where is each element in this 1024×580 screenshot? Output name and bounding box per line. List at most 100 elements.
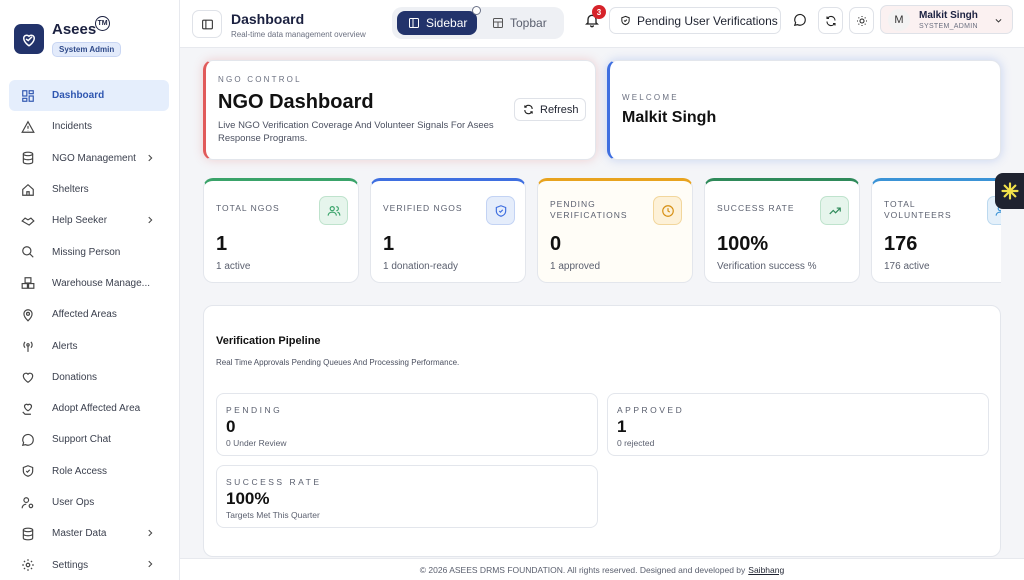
warning-icon (21, 120, 35, 134)
database-icon (21, 527, 35, 541)
stat-sub: 1 approved (550, 261, 601, 272)
sidebar-item-label: Master Data (52, 528, 107, 540)
sidebar-toggle-button[interactable] (192, 10, 222, 38)
stat-sub: 1 donation-ready (383, 261, 459, 272)
page-title: Dashboard (231, 11, 305, 27)
sidebar-item-label: Missing Person (52, 246, 121, 258)
sidebar-item-adopt-affected-area[interactable]: Adopt Affected Area (9, 393, 169, 424)
sidebar-item-affected-areas[interactable]: Affected Areas (9, 299, 169, 330)
chevron-right-icon (148, 561, 153, 568)
sidebar-item-label: Dashboard (52, 90, 105, 102)
role-badge: System Admin (52, 42, 122, 57)
sidebar-nav: Dashboard Incidents NGO Management Shelt… (9, 80, 169, 580)
floating-widget-button[interactable] (995, 173, 1024, 209)
pipeline-title: Verification Pipeline (216, 335, 321, 347)
chat-icon (21, 433, 35, 447)
sidebar-item-label: Shelters (52, 184, 89, 196)
refresh-data-button[interactable] (818, 7, 843, 34)
sidebar-item-shelters[interactable]: Shelters (9, 174, 169, 205)
layout-topbar-label: Topbar (510, 16, 547, 30)
stat-label: TOTAL VOLUNTEERS (884, 199, 952, 220)
chevron-right-icon (148, 154, 153, 161)
footer-developer-link[interactable]: Saibhang (748, 565, 784, 575)
layout-topbar-button[interactable]: Topbar (484, 11, 560, 35)
verification-pipeline-card: Verification Pipeline Real Time Approval… (203, 305, 1001, 557)
logo-icon (14, 24, 44, 54)
map-pin-icon (21, 308, 35, 322)
pipeline-key: PENDING (226, 405, 283, 415)
stat-value: 100% (717, 233, 769, 255)
pipeline-key: APPROVED (617, 405, 685, 415)
stat-value: 0 (550, 233, 562, 255)
heart-hand-icon (21, 402, 35, 416)
theme-toggle-button[interactable] (849, 7, 874, 34)
pending-verifications-label: Pending User Verifications (637, 13, 778, 28)
boxes-icon (21, 276, 35, 290)
sidebar-item-ngo-management[interactable]: NGO Management (9, 143, 169, 174)
pending-user-verifications-button[interactable]: Pending User Verifications (609, 7, 781, 34)
footer-text: © 2026 ASEES DRMS FOUNDATION. All rights… (419, 564, 746, 575)
stat-card-pending-verifications: PENDING VERIFICATIONS 0 1 approved (537, 178, 693, 283)
topbar-layout-icon (492, 17, 504, 29)
trademark-mark: TM (95, 16, 110, 31)
sidebar: Asees TM System Admin Dashboard Incident… (0, 0, 180, 580)
status-dot (472, 6, 481, 15)
card-kicker: NGO CONTROL (218, 75, 302, 84)
user-role: SYSTEM_ADMIN (919, 23, 978, 30)
stat-label: TOTAL NGOS (216, 203, 280, 213)
sidebar-item-donations[interactable]: Donations (9, 362, 169, 393)
layout-sidebar-button[interactable]: Sidebar (397, 11, 477, 35)
user-menu[interactable]: M Malkit Singh SYSTEM_ADMIN (880, 5, 1013, 34)
ngo-control-card: NGO CONTROL NGO Dashboard Live NGO Verif… (203, 60, 596, 160)
sidebar-item-dashboard[interactable]: Dashboard (9, 80, 169, 112)
user-gear-icon (21, 496, 35, 510)
panel-left-icon (201, 19, 213, 29)
sidebar-item-incidents[interactable]: Incidents (9, 111, 169, 142)
pipeline-sub: Targets Met This Quarter (226, 510, 320, 520)
pipeline-success-rate-box: SUCCESS RATE 100% Targets Met This Quart… (216, 465, 598, 528)
message-icon[interactable] (793, 13, 807, 27)
sidebar-item-missing-person[interactable]: Missing Person (9, 236, 169, 267)
sidebar-item-user-ops[interactable]: User Ops (9, 487, 169, 518)
shield-check-icon (486, 196, 515, 225)
pipeline-value: 100% (226, 489, 270, 508)
sidebar-item-label: Warehouse Manage... (52, 277, 151, 289)
avatar: M (888, 9, 910, 31)
clock-icon (653, 196, 682, 225)
stat-sub: 1 active (216, 261, 251, 272)
sidebar-layout-icon (408, 17, 420, 29)
handshake-icon (21, 214, 35, 228)
sidebar-item-label: Affected Areas (52, 309, 117, 321)
footer: © 2026 ASEES DRMS FOUNDATION. All rights… (180, 558, 1024, 580)
sidebar-item-help-seeker[interactable]: Help Seeker (9, 205, 169, 236)
sidebar-item-label: Support Chat (52, 434, 111, 446)
sidebar-item-warehouse[interactable]: Warehouse Manage... (9, 268, 169, 299)
heart-icon (21, 370, 35, 384)
stat-card-total-volunteers: TOTAL VOLUNTEERS 176 176 active (871, 178, 1001, 283)
home-icon (21, 183, 35, 197)
sidebar-item-label: Help Seeker (52, 215, 108, 227)
shield-check-icon (620, 15, 631, 26)
sidebar-item-role-access[interactable]: Role Access (9, 456, 169, 487)
database-icon (21, 151, 35, 165)
refresh-icon (825, 15, 836, 26)
stat-sub: Verification success % (717, 261, 817, 272)
users-icon (319, 196, 348, 225)
pipeline-key: SUCCESS RATE (226, 477, 322, 487)
pipeline-subtitle: Real Time Approvals Pending Queues And P… (216, 358, 460, 367)
stat-sub: 176 active (884, 261, 930, 272)
refresh-button[interactable]: Refresh (514, 98, 586, 121)
sidebar-item-settings[interactable]: Settings (9, 549, 169, 580)
sidebar-item-master-data[interactable]: Master Data (9, 518, 169, 549)
pipeline-approved-box: APPROVED 1 0 rejected (607, 393, 989, 456)
grid-icon (21, 89, 35, 103)
search-icon (21, 245, 35, 259)
refresh-label: Refresh (540, 103, 579, 116)
chevron-down-icon (995, 19, 1002, 23)
sparkle-icon (1000, 182, 1019, 200)
sidebar-item-label: NGO Management (52, 152, 136, 164)
sidebar-item-support-chat[interactable]: Support Chat (9, 424, 169, 455)
stat-value: 1 (383, 233, 395, 255)
gear-icon (21, 558, 35, 572)
sidebar-item-alerts[interactable]: Alerts (9, 330, 169, 361)
